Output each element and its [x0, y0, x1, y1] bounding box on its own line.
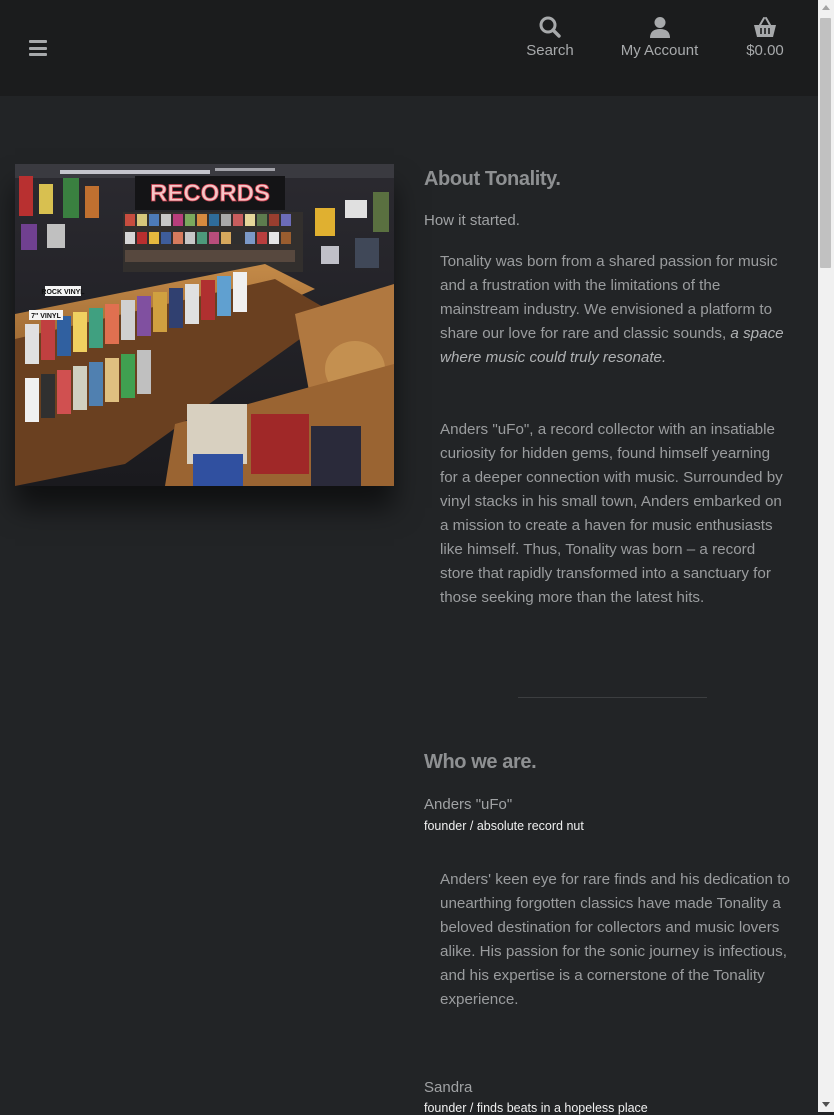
member-name-sandra: Sandra — [424, 1079, 473, 1096]
scroll-up-arrow[interactable] — [822, 5, 830, 10]
user-icon — [649, 17, 670, 38]
section-divider — [518, 697, 707, 698]
record-store-photo: RECORDS ROCK VINYL 7" VINYL — [15, 164, 394, 486]
member-role-sandra: founder / finds beats in a hopeless plac… — [424, 1101, 648, 1115]
cart-total: $0.00 — [746, 42, 784, 59]
about-heading: About Tonality. — [424, 168, 561, 190]
scroll-down-arrow[interactable] — [822, 1102, 830, 1107]
crate-label-seven-inch: 7" VINYL — [31, 313, 61, 320]
scrollbar-thumb[interactable] — [820, 18, 831, 268]
site-header: Search My Account $0.00 — [0, 0, 818, 96]
search-label: Search — [526, 42, 574, 59]
about-paragraph-2: Anders "uFo", a record collector with an… — [440, 421, 783, 606]
search-nav-button[interactable]: Search — [520, 16, 580, 59]
member-bio-anders: Anders' keen eye for rare finds and his … — [440, 871, 790, 1008]
cart-button[interactable]: $0.00 — [738, 16, 792, 59]
hamburger-icon[interactable] — [29, 40, 47, 56]
about-paragraph-1: Tonality was born from a shared passion … — [440, 250, 792, 370]
member-role-anders: founder / absolute record nut — [424, 819, 584, 833]
search-icon — [539, 16, 561, 38]
my-account-label: My Account — [620, 42, 699, 59]
my-account-button[interactable]: My Account — [612, 16, 707, 59]
about-subheading: How it started. — [424, 212, 520, 229]
team-heading: Who we are. — [424, 751, 537, 773]
member-name-anders: Anders "uFo" — [424, 796, 513, 813]
basket-icon — [754, 17, 776, 37]
about-paragraph-1-text: Tonality was born from a shared passion … — [440, 253, 778, 342]
records-sign-text: RECORDS — [150, 180, 270, 207]
crate-label-rock-vinyl: ROCK VINYL — [41, 289, 85, 296]
scrollbar[interactable] — [818, 0, 834, 1112]
